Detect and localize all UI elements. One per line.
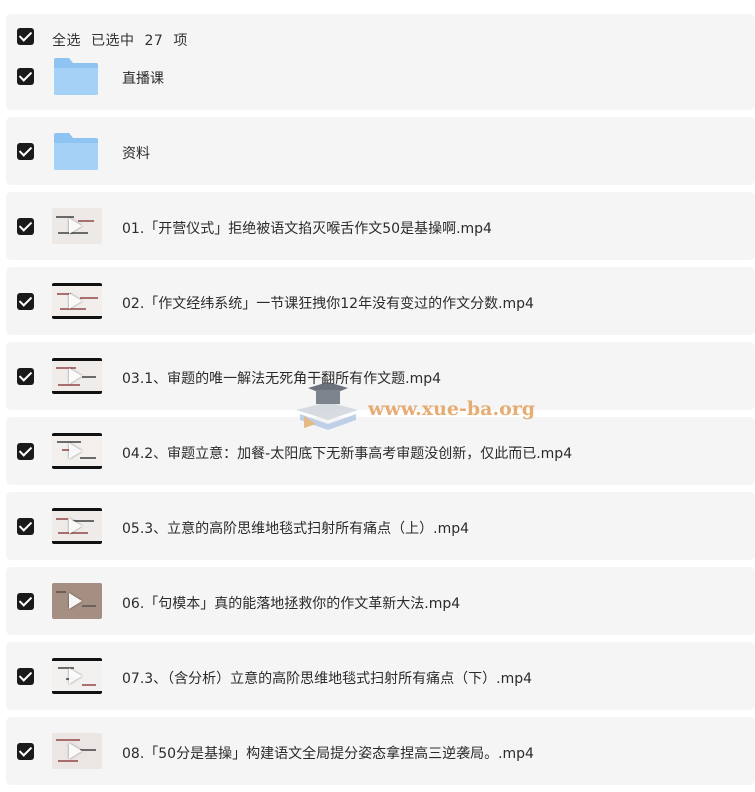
select-all-label[interactable]: 全选 — [52, 33, 81, 49]
item-checkbox[interactable] — [17, 368, 34, 385]
item-name[interactable]: 03.1、审题的唯一解法无死角干翻所有作文题.mp4 — [122, 368, 441, 388]
play-icon — [69, 518, 82, 534]
item-checkbox[interactable] — [17, 143, 34, 160]
video-thumbnail — [52, 508, 102, 544]
item-name[interactable]: 02.「作文经纬系统」一节课狂拽你12年没有变过的作文分数.mp4 — [122, 293, 534, 313]
item-name[interactable]: 资料 — [122, 143, 150, 163]
item-checkbox[interactable] — [17, 668, 34, 685]
play-icon — [69, 443, 82, 459]
list-item[interactable]: 01.「开营仪式」拒绝被语文掐灭喉舌作文50是基操啊.mp4 — [6, 192, 755, 260]
item-name[interactable]: 04.2、审题立意：加餐-太阳底下无新事高考审题没创新，仅此而已.mp4 — [122, 443, 572, 463]
item-name[interactable]: 01.「开营仪式」拒绝被语文掐灭喉舌作文50是基操啊.mp4 — [122, 218, 492, 238]
play-icon — [69, 743, 82, 759]
file-list: 全选 已选中 27 项 直播课 资料 01.「开营仪式」拒绝被语文掐灭喉舌作文50是基… — [6, 14, 755, 792]
list-item[interactable]: 06.「句模本」真的能落地拯救你的作文革新大法.mp4 — [6, 567, 755, 635]
selected-prefix: 已选中 — [91, 33, 135, 49]
item-name[interactable]: 06.「句模本」真的能落地拯救你的作文革新大法.mp4 — [122, 593, 460, 613]
video-thumbnail — [52, 433, 102, 469]
list-item[interactable]: 资料 — [6, 117, 755, 185]
item-checkbox[interactable] — [17, 218, 34, 235]
item-checkbox[interactable] — [17, 293, 34, 310]
list-item[interactable]: 04.2、审题立意：加餐-太阳底下无新事高考审题没创新，仅此而已.mp4 — [6, 417, 755, 485]
item-name[interactable]: 直播课 — [122, 68, 164, 88]
list-item[interactable]: 02.「作文经纬系统」一节课狂拽你12年没有变过的作文分数.mp4 — [6, 267, 755, 335]
folder-icon — [54, 58, 98, 95]
list-item[interactable]: 全选 已选中 27 项 直播课 — [6, 14, 755, 110]
video-thumbnail — [52, 658, 102, 694]
item-checkbox[interactable] — [17, 443, 34, 460]
item-checkbox[interactable] — [17, 593, 34, 610]
play-icon — [69, 218, 82, 234]
item-checkbox[interactable] — [17, 743, 34, 760]
list-item[interactable]: 05.3、立意的高阶思维地毯式扫射所有痛点（上）.mp4 — [6, 492, 755, 560]
video-thumbnail — [52, 583, 102, 619]
select-all-bar: 全选 已选中 27 项 — [6, 28, 755, 50]
item-name[interactable]: 05.3、立意的高阶思维地毯式扫射所有痛点（上）.mp4 — [122, 518, 469, 538]
play-icon — [69, 368, 82, 384]
select-all-checkbox[interactable] — [17, 28, 34, 45]
video-thumbnail — [52, 358, 102, 394]
list-item[interactable]: 03.1、审题的唯一解法无死角干翻所有作文题.mp4 — [6, 342, 755, 410]
play-icon — [69, 593, 82, 609]
list-item[interactable]: 07.3、（含分析）立意的高阶思维地毯式扫射所有痛点（下）.mp4 — [6, 642, 755, 710]
selected-suffix: 项 — [173, 33, 188, 49]
selection-summary: 全选 已选中 27 项 — [52, 30, 198, 50]
item-name[interactable]: 07.3、（含分析）立意的高阶思维地毯式扫射所有痛点（下）.mp4 — [122, 668, 532, 688]
play-icon — [69, 293, 82, 309]
folder-icon — [54, 133, 98, 170]
play-icon — [69, 668, 82, 684]
list-item[interactable]: 08.「50分是基操」构建语文全局提分姿态拿捏高三逆袭局。.mp4 — [6, 717, 755, 785]
selected-count: 27 — [144, 33, 164, 49]
video-thumbnail — [52, 208, 102, 244]
item-checkbox[interactable] — [17, 68, 34, 85]
video-thumbnail — [52, 283, 102, 319]
item-checkbox[interactable] — [17, 518, 34, 535]
video-thumbnail — [52, 733, 102, 769]
item-name[interactable]: 08.「50分是基操」构建语文全局提分姿态拿捏高三逆袭局。.mp4 — [122, 743, 534, 763]
